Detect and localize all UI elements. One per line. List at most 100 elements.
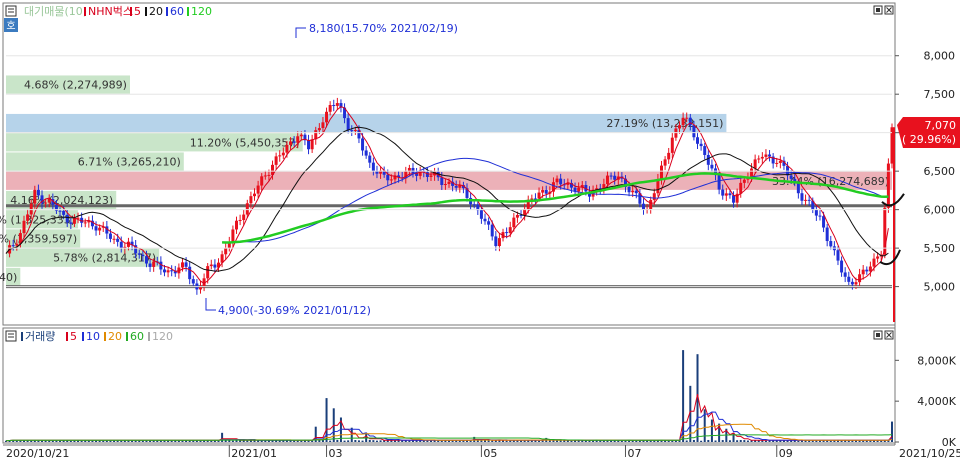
volume-bar (350, 427, 353, 442)
legend-label-stock[interactable]: NHN벅스 (88, 5, 133, 18)
candle-body (494, 236, 498, 247)
candle-body (166, 270, 170, 273)
volume-bar (635, 440, 638, 442)
volume-bar (505, 440, 508, 442)
candle-body (663, 159, 667, 166)
candle-body (389, 179, 393, 181)
date-end-label: 2021/10/25 (899, 447, 960, 460)
legend-menu-icon[interactable] (5, 5, 17, 17)
candle-body (822, 216, 826, 228)
candle-body (847, 276, 851, 282)
legend-label-ma120[interactable]: 120 (191, 5, 212, 18)
volume-bar (714, 440, 717, 442)
candle-body (454, 185, 458, 188)
candle-body (544, 190, 548, 194)
candle-body (627, 186, 631, 193)
candle-body (681, 117, 685, 126)
candle-body (757, 158, 761, 160)
volume-bar (329, 440, 332, 442)
volume-bar (343, 440, 346, 442)
volume-bar (375, 440, 378, 442)
volume-bar (764, 440, 767, 442)
date-start-label: 2020/10/21 (6, 447, 69, 460)
candle-body (742, 179, 746, 183)
candle-body (753, 159, 757, 169)
candle-body (411, 167, 415, 174)
volume-bar (278, 440, 281, 442)
volume-bar (710, 419, 713, 442)
candle-body (116, 238, 120, 242)
volume-legend-label[interactable]: 거래량 (25, 330, 55, 343)
candle-body (260, 176, 264, 186)
candle-body (685, 117, 689, 119)
candle-body (670, 137, 674, 153)
volume-legend-ma5[interactable]: 5 (70, 330, 77, 343)
candle-body (144, 256, 148, 264)
date-axis-layer: 2021/01 03 05 07 09 (228, 445, 793, 460)
candle-body (328, 105, 332, 112)
volume-bar (440, 440, 443, 442)
volume-bar (736, 440, 739, 442)
candle-body (634, 190, 638, 194)
volume-bar (134, 440, 137, 442)
volume-bar (700, 440, 703, 442)
candle-body (33, 189, 37, 204)
candle-body (332, 105, 336, 107)
volume-bar (739, 439, 742, 442)
candle-body (310, 139, 314, 150)
candle-body (825, 227, 829, 242)
candle-body (137, 253, 141, 255)
candle-body (750, 168, 754, 177)
candle-body (162, 269, 166, 273)
candle-body (108, 233, 112, 239)
candle-body (505, 232, 509, 234)
candle-body (807, 199, 811, 201)
legend-label-ma5[interactable]: 5 (134, 5, 141, 18)
candle-body (353, 129, 357, 131)
volume-legend-ma120[interactable]: 120 (152, 330, 173, 343)
candle-body (15, 243, 19, 246)
candle-body (649, 200, 653, 210)
volume-bar (311, 440, 314, 442)
volume-legend-ma10[interactable]: 10 (86, 330, 100, 343)
volume-bar (667, 440, 670, 442)
candle-body (865, 269, 869, 272)
candle-body (703, 146, 707, 155)
candle-body (577, 187, 581, 192)
candle-body (440, 177, 444, 185)
current-price-change: ( 29.96%) (902, 133, 956, 146)
candle-body (321, 122, 325, 129)
candle-body (368, 155, 372, 163)
candle-body (44, 202, 48, 204)
candle-body (764, 154, 768, 157)
candle-body (361, 138, 365, 151)
candle-body (256, 185, 260, 194)
candle-body (692, 125, 696, 138)
volume-bar (372, 440, 375, 442)
volume-bar (102, 440, 105, 442)
candle-body (350, 130, 354, 132)
volume-bar (393, 440, 396, 442)
volume-menu-icon[interactable] (5, 330, 17, 342)
legend-label-ma20[interactable]: 20 (149, 5, 163, 18)
volume-legend-ma60[interactable]: 60 (130, 330, 144, 343)
volume-bar (408, 440, 411, 442)
volume-legend-ma20[interactable]: 20 (108, 330, 122, 343)
candle-body (724, 193, 728, 196)
volume-tick-label: 4,000K (917, 395, 956, 408)
candle-body (242, 214, 246, 220)
candle-body (667, 152, 671, 160)
volume-bar (829, 440, 832, 442)
candle-body (112, 238, 116, 240)
volume-bar (354, 440, 357, 442)
volume-bar (487, 440, 490, 442)
legend-label-profile[interactable]: 대기매물(10) (24, 5, 87, 18)
candle-body (65, 214, 69, 223)
candle-body (479, 210, 483, 219)
date-tick-label: 07 (627, 447, 641, 460)
price-tick-label: 5,500 (924, 242, 956, 255)
current-price-value: 7,070 (925, 119, 957, 132)
legend-label-ma60[interactable]: 60 (170, 5, 184, 18)
candle-body (732, 195, 736, 203)
volume-bar (199, 440, 202, 442)
